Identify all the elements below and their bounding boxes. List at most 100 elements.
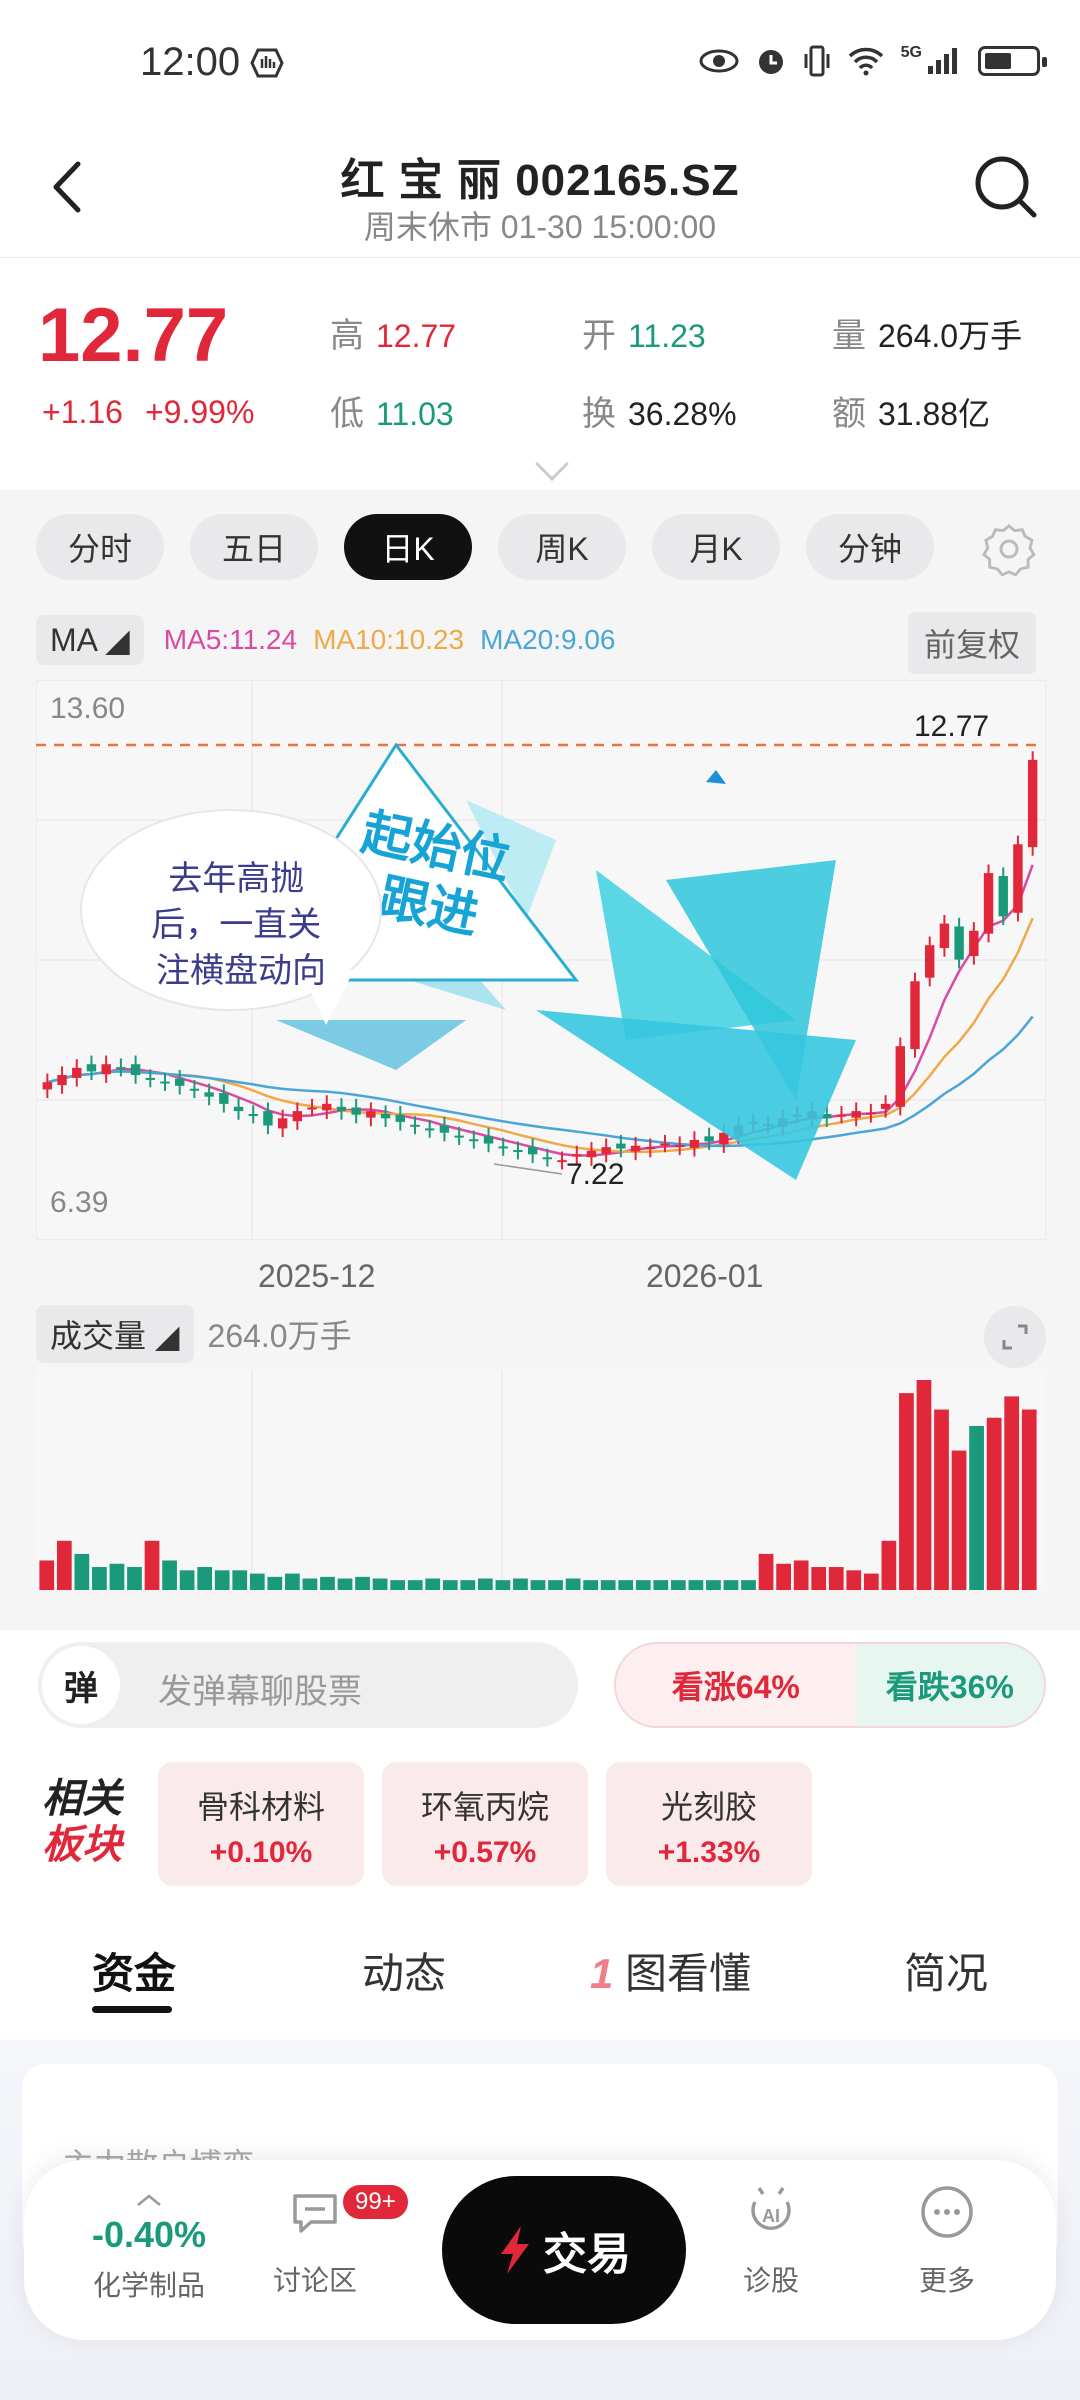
candle-body xyxy=(248,1113,258,1116)
sector-card[interactable]: 光刻胶 +1.33% xyxy=(606,1762,812,1886)
candle-body xyxy=(1013,844,1023,913)
volume-bar xyxy=(74,1553,90,1590)
volume-bar xyxy=(548,1580,563,1590)
tab-monthly-k[interactable]: 月K xyxy=(652,514,780,580)
date-label-jan: 2026-01 xyxy=(646,1258,764,1294)
one-icon: 1 xyxy=(590,1950,614,1997)
volume-chart[interactable] xyxy=(36,1370,1046,1590)
volume-bar xyxy=(881,1540,897,1590)
change-percent: +9.99% xyxy=(144,394,255,430)
tab-profile[interactable]: 简况 xyxy=(904,1940,988,2001)
tab-chart-explained[interactable]: 1 图看懂 xyxy=(590,1940,751,2001)
trade-button[interactable]: 交易 xyxy=(442,2176,686,2324)
forum-badge: 99+ xyxy=(340,2182,411,2222)
volume-value: 264.0万手 xyxy=(878,318,1023,354)
nav-diagnose[interactable]: AI 诊股 xyxy=(716,2182,826,2299)
volume-bar xyxy=(828,1567,844,1590)
expand-chevron-icon[interactable] xyxy=(535,447,569,481)
ma-selector[interactable]: MA ◢ xyxy=(36,615,144,665)
candle-body xyxy=(542,1157,553,1160)
change-value: +1.16 xyxy=(42,394,123,430)
volume-bar xyxy=(951,1450,967,1590)
candle-body xyxy=(660,1143,670,1146)
tab-weekly-k[interactable]: 周K xyxy=(498,514,626,580)
danmu-toggle[interactable]: 弹 xyxy=(42,1646,120,1724)
danmu-input[interactable]: 弹 发弹幕聊股票 xyxy=(38,1642,578,1728)
min-price-label: 7.22 xyxy=(566,1158,624,1191)
amount-item: 额 31.88亿 xyxy=(832,386,990,435)
sector-card[interactable]: 环氧丙烷 +0.57% xyxy=(382,1762,588,1886)
candle-body xyxy=(72,1067,82,1078)
candle-body xyxy=(307,1107,317,1110)
fullscreen-icon[interactable] xyxy=(984,1306,1046,1368)
volume-bar xyxy=(635,1580,651,1590)
volume-bar xyxy=(109,1563,125,1590)
svg-text:AI: AI xyxy=(762,2206,780,2226)
top-bar: 红 宝 丽 002165.SZ 周末休市 01-30 15:00:00 xyxy=(0,130,1080,258)
candle-body xyxy=(145,1077,155,1080)
sector-change: +0.10% xyxy=(209,1836,313,1869)
candlestick-chart[interactable]: 13.60 6.39 12.77 7.22 起始位 跟进 去年高抛 后，一直关 … xyxy=(36,680,1046,1240)
candle-body xyxy=(410,1124,420,1127)
candle-body xyxy=(263,1111,273,1126)
candle-body xyxy=(954,926,964,960)
volume-bar xyxy=(249,1573,265,1590)
volume-bar xyxy=(214,1570,230,1590)
ma5-value: MA5:11.24 xyxy=(163,624,298,655)
volume-bar xyxy=(530,1580,546,1590)
volume-item: 量 264.0万手 xyxy=(832,308,1022,357)
bullish-vote[interactable]: 看涨64% xyxy=(616,1644,856,1726)
battery-icon xyxy=(978,46,1047,76)
bearish-vote[interactable]: 看跌36% xyxy=(855,1644,1044,1726)
sector-name: 环氧丙烷 xyxy=(420,1789,549,1825)
bubble-line-2: 后，一直关 xyxy=(151,906,321,944)
candle-body xyxy=(983,873,994,934)
tab-five-day[interactable]: 五日 xyxy=(190,514,318,580)
sector-card[interactable]: 骨科材料 +0.10% xyxy=(158,1762,364,1886)
candle-body xyxy=(175,1078,185,1086)
volume-selector[interactable]: 成交量 ◢ xyxy=(36,1305,194,1363)
ma20-value: MA20:9.06 xyxy=(480,624,616,655)
candle-body xyxy=(851,1111,861,1118)
chevron-up-icon xyxy=(137,2194,161,2206)
related-title-b: 板块 xyxy=(42,1823,122,1867)
volume-bar xyxy=(863,1573,879,1590)
volume-bar xyxy=(285,1573,300,1590)
ai-icon: AI xyxy=(751,2187,791,2230)
candle-body xyxy=(630,1145,641,1152)
open-value: 11.23 xyxy=(628,318,706,354)
adjust-button[interactable]: 前复权 xyxy=(907,612,1036,674)
high-item: 高 12.77 xyxy=(330,308,456,357)
gear-icon[interactable] xyxy=(982,522,1036,576)
tab-minute[interactable]: 分钟 xyxy=(806,514,934,580)
candle-body xyxy=(704,1136,714,1142)
search-button[interactable] xyxy=(970,152,1040,222)
status-icons: 5G xyxy=(699,44,1047,78)
tab-news[interactable]: 动态 xyxy=(362,1940,446,2001)
volume-bar xyxy=(986,1417,1002,1590)
candle-body xyxy=(189,1088,200,1091)
volume-bar xyxy=(144,1540,160,1590)
candle-body xyxy=(483,1136,494,1144)
volume-header: 成交量 ◢ 264.0万手 xyxy=(36,1305,1046,1368)
nav-sector[interactable]: -0.40% 化学制品 xyxy=(74,2182,224,2304)
tab-timeshare[interactable]: 分时 xyxy=(36,514,164,580)
tab-funds[interactable]: 资金 xyxy=(92,1940,176,2001)
tab-daily-k[interactable]: 日K xyxy=(344,514,472,580)
price-axis-high: 13.60 xyxy=(50,692,125,725)
trade-label: 交易 xyxy=(543,2230,631,2279)
danmu-placeholder: 发弹幕聊股票 xyxy=(158,1673,362,1711)
related-sectors-title: 相关 板块 xyxy=(42,1776,122,1868)
candle-body xyxy=(939,923,950,949)
last-price: 12.77 xyxy=(38,293,229,378)
volume-value: 264.0万手 xyxy=(207,1318,352,1354)
volume-bar xyxy=(969,1425,984,1590)
candle-body xyxy=(866,1112,876,1115)
status-bar: 12:00 5G xyxy=(0,0,1080,130)
volume-bar xyxy=(495,1580,511,1590)
nav-more[interactable]: 更多 xyxy=(892,2182,1002,2299)
candle-body xyxy=(601,1147,611,1154)
volume-bar xyxy=(460,1580,476,1590)
volume-bar xyxy=(407,1580,423,1590)
chat-icon xyxy=(293,2194,337,2233)
